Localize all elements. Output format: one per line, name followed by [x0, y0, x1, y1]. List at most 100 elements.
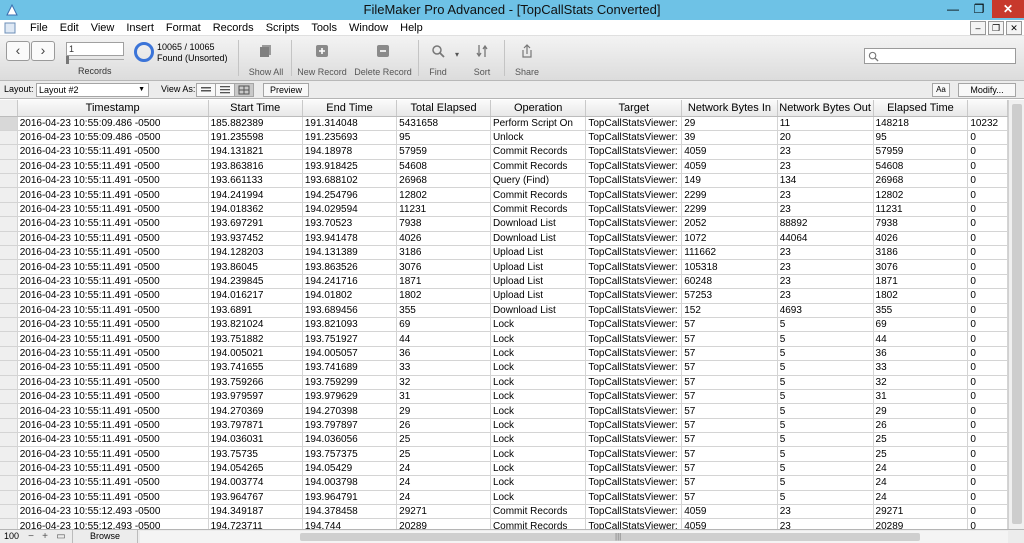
table-cell[interactable]: 193.797897 — [302, 418, 398, 434]
table-cell[interactable]: 2016-04-23 10:55:09.486 -0500 — [17, 130, 209, 146]
table-cell[interactable]: 193.979597 — [208, 389, 303, 405]
table-cell[interactable]: Lock — [490, 490, 587, 506]
table-cell[interactable]: 194.016217 — [208, 288, 303, 304]
record-selector[interactable] — [0, 303, 18, 318]
table-cell[interactable]: TopCallStatsViewer: — [585, 432, 683, 448]
table-cell[interactable]: 4059 — [681, 518, 778, 529]
table-cell[interactable]: TopCallStatsViewer: — [585, 173, 683, 189]
table-cell[interactable]: 193.759266 — [208, 375, 303, 390]
status-toolbar-toggle-icon[interactable]: ▭ — [56, 532, 66, 542]
table-cell[interactable]: TopCallStatsViewer: — [585, 504, 683, 520]
table-cell[interactable]: 193.70523 — [302, 216, 398, 232]
table-row[interactable]: 2016-04-23 10:55:11.491 -0500 193.797871 1… — [0, 418, 1008, 434]
table-row[interactable]: 2016-04-23 10:55:11.491 -0500 194.241994 1… — [0, 187, 1008, 203]
table-cell[interactable]: 5 — [777, 418, 874, 434]
table-cell[interactable]: TopCallStatsViewer: — [585, 231, 683, 247]
table-cell[interactable]: 3186 — [873, 245, 969, 261]
table-cell[interactable]: Lock — [490, 432, 587, 448]
record-slider-thumb[interactable] — [66, 56, 69, 64]
table-cell[interactable]: Lock — [490, 346, 587, 362]
table-cell[interactable]: Lock — [490, 389, 587, 405]
table-cell[interactable]: TopCallStatsViewer: — [585, 159, 683, 175]
table-cell[interactable]: Commit Records — [490, 187, 587, 203]
table-cell[interactable]: 2016-04-23 10:55:11.491 -0500 — [17, 245, 209, 261]
table-cell[interactable]: 194.054265 — [208, 461, 303, 477]
record-selector[interactable] — [0, 504, 18, 520]
table-cell[interactable]: 2299 — [681, 187, 778, 203]
mode-popup[interactable]: Browse — [72, 530, 138, 543]
table-cell[interactable]: 24 — [396, 461, 491, 477]
doc-close-button[interactable]: ✕ — [1006, 21, 1022, 35]
table-cell[interactable]: 355 — [873, 303, 969, 318]
table-cell[interactable]: Download List — [490, 231, 587, 247]
table-row[interactable]: 2016-04-23 10:55:11.491 -0500 194.054265 1… — [0, 461, 1008, 477]
table-cell[interactable]: Commit Records — [490, 202, 587, 218]
table-cell[interactable]: 23 — [777, 288, 874, 304]
table-cell[interactable]: 2016-04-23 10:55:11.491 -0500 — [17, 231, 209, 247]
table-cell[interactable]: 2016-04-23 10:55:11.491 -0500 — [17, 432, 209, 448]
table-cell[interactable]: 0 — [967, 144, 1008, 160]
table-cell[interactable]: 193.797871 — [208, 418, 303, 434]
table-cell[interactable]: 57959 — [873, 144, 969, 160]
table-cell[interactable]: 25 — [396, 432, 491, 448]
table-cell[interactable]: Upload List — [490, 274, 587, 290]
table-cell[interactable]: 194.05429 — [302, 461, 398, 477]
table-cell[interactable]: 11231 — [396, 202, 491, 218]
table-cell[interactable]: 57 — [681, 346, 778, 362]
table-cell[interactable]: 24 — [873, 490, 969, 506]
record-selector[interactable] — [0, 202, 18, 218]
table-cell[interactable]: 26968 — [873, 173, 969, 189]
table-row[interactable]: 2016-04-23 10:55:12.493 -0500 194.349187 1… — [0, 504, 1008, 520]
zoom-in-icon[interactable]: + — [40, 532, 50, 542]
maximize-button[interactable]: ❐ — [966, 0, 992, 18]
table-cell[interactable]: TopCallStatsViewer: — [585, 259, 683, 275]
table-cell[interactable]: 0 — [967, 187, 1008, 203]
table-row[interactable]: 2016-04-23 10:55:11.491 -0500 193.964767 1… — [0, 490, 1008, 506]
table-cell[interactable]: 105318 — [681, 259, 778, 275]
table-cell[interactable]: TopCallStatsViewer: — [585, 130, 683, 146]
record-number-input[interactable]: 1 — [66, 42, 124, 56]
table-cell[interactable]: 2016-04-23 10:55:11.491 -0500 — [17, 403, 209, 419]
record-selector[interactable] — [0, 461, 18, 477]
table-cell[interactable]: 2016-04-23 10:55:11.491 -0500 — [17, 418, 209, 434]
table-cell[interactable]: 57959 — [396, 144, 491, 160]
table-row[interactable]: 2016-04-23 10:55:11.491 -0500 193.751882 1… — [0, 331, 1008, 347]
table-cell[interactable]: TopCallStatsViewer: — [585, 389, 683, 405]
table-cell[interactable]: Commit Records — [490, 159, 587, 175]
table-cell[interactable]: 193.759299 — [302, 375, 398, 390]
table-cell[interactable]: 194.349187 — [208, 504, 303, 520]
record-selector[interactable] — [0, 389, 18, 405]
table-cell[interactable]: 194.128203 — [208, 245, 303, 261]
table-cell[interactable]: 2016-04-23 10:55:12.493 -0500 — [17, 518, 209, 529]
record-selector[interactable] — [0, 418, 18, 434]
table-cell[interactable]: 148218 — [873, 116, 969, 131]
table-cell[interactable]: 69 — [396, 317, 491, 333]
table-cell[interactable]: 23 — [777, 187, 874, 203]
table-cell[interactable]: 185.882389 — [208, 116, 303, 131]
record-selector[interactable] — [0, 360, 18, 376]
table-row[interactable]: 2016-04-23 10:55:11.491 -0500 194.239845 1… — [0, 274, 1008, 290]
table-cell[interactable]: Commit Records — [490, 144, 587, 160]
table-cell[interactable]: 194.131821 — [208, 144, 303, 160]
table-cell[interactable]: 4059 — [681, 504, 778, 520]
table-cell[interactable]: 0 — [967, 461, 1008, 477]
table-cell[interactable]: 194.131389 — [302, 245, 398, 261]
table-cell[interactable]: 2016-04-23 10:55:11.491 -0500 — [17, 389, 209, 405]
table-cell[interactable]: Query (Find) — [490, 173, 587, 189]
table-cell[interactable]: 44064 — [777, 231, 874, 247]
table-cell[interactable]: 193.918425 — [302, 159, 398, 175]
column-header[interactable] — [967, 100, 1008, 117]
table-cell[interactable]: 23 — [777, 274, 874, 290]
table-cell[interactable]: 1802 — [873, 288, 969, 304]
table-cell[interactable]: TopCallStatsViewer: — [585, 202, 683, 218]
menu-tools[interactable]: Tools — [305, 21, 343, 35]
table-cell[interactable]: 57 — [681, 461, 778, 477]
table-cell[interactable]: 26 — [873, 418, 969, 434]
table-cell[interactable]: 4026 — [396, 231, 491, 247]
table-cell[interactable]: 54608 — [873, 159, 969, 175]
doc-minimize-button[interactable]: – — [970, 21, 986, 35]
column-header[interactable]: End Time — [302, 100, 398, 117]
horizontal-scrollbar[interactable]: ||| — [140, 531, 1008, 543]
table-cell[interactable]: 2016-04-23 10:55:11.491 -0500 — [17, 259, 209, 275]
preview-button[interactable]: Preview — [263, 83, 309, 97]
